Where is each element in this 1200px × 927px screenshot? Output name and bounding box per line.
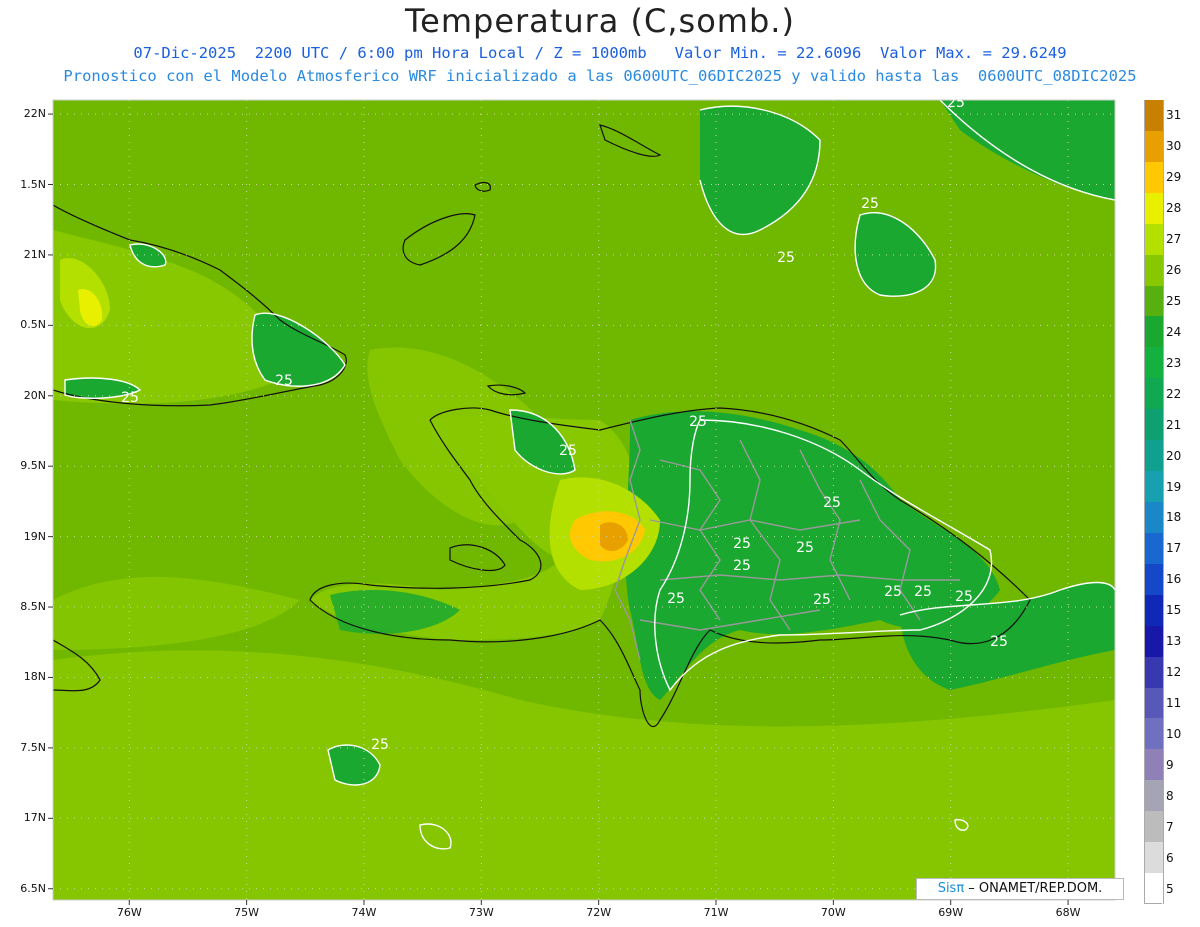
legend-swatch: [1144, 811, 1164, 843]
legend-swatch: [1144, 563, 1164, 596]
legend-swatch: [1144, 285, 1164, 317]
contour-label: 25: [947, 95, 965, 111]
latitude-label: 7.5N: [20, 740, 46, 754]
contour-label: 25: [275, 373, 293, 389]
legend-value: 12: [1166, 665, 1182, 680]
legend-value: 27: [1166, 232, 1182, 247]
legend-swatch: [1144, 687, 1164, 719]
legend-value: 31: [1166, 108, 1182, 123]
latitude-label: 6.5N: [20, 881, 46, 895]
contour-label: 25: [813, 592, 831, 608]
legend-value: 19: [1166, 479, 1182, 494]
latitude-label: 17N: [23, 811, 46, 825]
legend-swatch: [1144, 100, 1164, 132]
contour-label: 25: [914, 584, 932, 600]
credit-badge: Sisπ – ONAMET/REP.DOM.: [916, 878, 1124, 900]
contour-label: 25: [861, 196, 879, 212]
legend-value: 17: [1166, 541, 1182, 556]
longitude-label: 74W: [351, 906, 377, 919]
legend-value: 26: [1166, 263, 1182, 278]
longitude-label: 68W: [1055, 906, 1081, 919]
legend-value: 28: [1166, 201, 1182, 216]
legend-swatch: [1144, 594, 1164, 627]
latitude-label: 8.5N: [20, 600, 46, 614]
contour-label: 25: [733, 558, 751, 574]
longitude-label: 71W: [703, 906, 729, 919]
legend-value: 25: [1166, 294, 1182, 308]
legend-swatch: [1144, 718, 1164, 750]
temperature-map: 25 25 25 25 25 25 25 25 25 25 25 25 25 25 25 25 25 25: [48, 95, 1116, 905]
latitude-label: 0.5N: [20, 318, 46, 332]
legend-swatch: [1144, 749, 1164, 781]
latitude-label: 21N: [23, 247, 46, 261]
contour-label: 25: [955, 589, 973, 605]
color-legend: [1144, 100, 1164, 905]
legend-swatch: [1144, 502, 1164, 534]
contour-label: 25: [990, 634, 1008, 650]
legend-value: 9: [1166, 757, 1174, 772]
longitude-label: 69W: [938, 906, 964, 919]
legend-value: 21: [1166, 417, 1182, 432]
brand-logo-text: Sisπ: [937, 881, 965, 896]
legend-value: 7: [1166, 819, 1174, 834]
longitude-label: 75W: [234, 906, 260, 919]
latitude-label: 9.5N: [20, 459, 46, 473]
contour-label: 25: [689, 414, 707, 430]
legend-value: 30: [1166, 139, 1182, 154]
longitude-label: 70W: [820, 906, 846, 919]
credit-text: – ONAMET/REP.DOM.: [964, 881, 1103, 896]
legend-value: 5: [1166, 881, 1174, 896]
legend-swatch: [1144, 842, 1164, 874]
legend-value: 8: [1166, 788, 1174, 803]
legend-swatch: [1144, 873, 1164, 905]
longitude-label: 73W: [468, 906, 494, 919]
legend-swatch: [1144, 254, 1164, 287]
contour-label: 25: [371, 737, 389, 753]
legend-swatch: [1144, 192, 1164, 225]
legend-value: 24: [1166, 324, 1182, 339]
longitude-label: 72W: [586, 906, 612, 919]
legend-swatch: [1144, 130, 1164, 163]
legend-swatch: [1144, 532, 1164, 565]
longitude-label: 76W: [116, 906, 142, 919]
contour-label: 25: [823, 495, 841, 511]
legend-value: 13: [1166, 634, 1182, 649]
legend-value: 11: [1166, 696, 1182, 710]
legend-swatch: [1144, 471, 1164, 503]
legend-value: 22: [1166, 386, 1182, 401]
latitude-label: 18N: [23, 670, 46, 684]
legend-value: 23: [1166, 355, 1182, 370]
legend-swatch: [1144, 223, 1164, 256]
latitude-label: 22N: [23, 107, 46, 121]
contour-label: 25: [667, 591, 685, 607]
contour-label: 25: [777, 250, 795, 266]
legend-swatch: [1144, 780, 1164, 812]
latitude-label: 1.5N: [20, 177, 46, 191]
legend-swatch: [1144, 378, 1164, 410]
legend-swatch: [1144, 656, 1164, 689]
legend-swatch: [1144, 161, 1164, 194]
legend-value: 10: [1166, 726, 1182, 741]
latitude-label: 20N: [23, 388, 46, 402]
legend-value: 15: [1166, 603, 1182, 618]
legend-swatch: [1144, 409, 1164, 441]
contour-label: 25: [796, 540, 814, 556]
legend-value: 20: [1166, 448, 1182, 463]
contour-label: 25: [733, 536, 751, 552]
legend-swatch: [1144, 347, 1164, 379]
legend-swatch: [1144, 316, 1164, 348]
legend-value: 6: [1166, 850, 1174, 865]
latitude-label: 19N: [23, 529, 46, 543]
legend-value: 18: [1166, 510, 1182, 525]
contour-label: 25: [559, 443, 577, 459]
legend-value: 29: [1166, 170, 1182, 185]
legend-swatch: [1144, 625, 1164, 658]
legend-swatch: [1144, 440, 1164, 472]
legend-value: 16: [1166, 572, 1182, 587]
contour-label: 25: [121, 390, 139, 406]
contour-label: 25: [884, 584, 902, 600]
